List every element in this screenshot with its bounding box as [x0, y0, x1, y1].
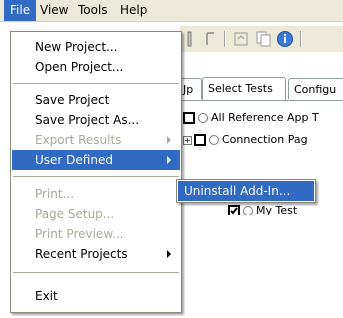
- menu-item-new-project[interactable]: New Project...: [12, 37, 180, 57]
- menu-item-export-results: Export Results: [12, 130, 180, 150]
- tab-configure[interactable]: Configu: [288, 78, 343, 99]
- grip-icon: [182, 30, 200, 48]
- menu-item-save-project-as[interactable]: Save Project As...: [12, 110, 180, 130]
- tree-item-all-reference[interactable]: All Reference App T: [183, 110, 319, 126]
- menu-item-print: Print...: [35, 187, 75, 201]
- checkbox[interactable]: [194, 134, 206, 146]
- menu-item-print-preview: Print Preview...: [35, 227, 124, 241]
- menu-tools[interactable]: Tools: [72, 0, 114, 21]
- refresh-icon[interactable]: [232, 30, 250, 48]
- radio-icon: [243, 206, 253, 215]
- tab-strip: Jp Select Tests Configu: [178, 77, 343, 101]
- radio-icon: [209, 135, 219, 145]
- tree-item-my-test[interactable]: My Test: [228, 203, 297, 215]
- submenu-arrow-icon: [167, 250, 171, 258]
- menu-item-open-project[interactable]: Open Project...: [12, 57, 180, 77]
- toolbar-separator: [300, 31, 302, 47]
- menu-view[interactable]: View: [34, 0, 74, 21]
- menu-item-uninstall-add-in[interactable]: Uninstall Add-In...: [178, 181, 314, 201]
- toolbar-separator: [224, 31, 226, 47]
- menu-item-exit[interactable]: Exit: [12, 286, 180, 306]
- file-menu: New Project... Open Project... Save Proj…: [10, 31, 182, 313]
- expand-icon[interactable]: +: [183, 135, 192, 145]
- copy-icon[interactable]: [254, 30, 272, 48]
- tree-item-connection[interactable]: + Connection Pag: [183, 132, 308, 148]
- menu-bar: File View Tools Help: [0, 0, 343, 22]
- radio-icon: [198, 113, 208, 123]
- tree-item-label: My Test: [256, 204, 298, 215]
- submenu-arrow-icon: [167, 136, 171, 144]
- menu-separator: [13, 176, 179, 177]
- submenu-arrow-icon: [167, 156, 171, 164]
- menu-item-page-setup: Page Setup...: [35, 207, 115, 221]
- menu-item-label: Export Results: [35, 133, 122, 147]
- toolbar: [180, 26, 343, 52]
- checkbox[interactable]: [183, 112, 195, 124]
- menu-help[interactable]: Help: [114, 0, 153, 21]
- menu-item-label: Recent Projects: [35, 247, 128, 261]
- menu-item-save-project[interactable]: Save Project: [12, 90, 180, 110]
- menu-separator: [13, 83, 179, 84]
- menu-item-label: User Defined: [35, 153, 113, 167]
- info-icon[interactable]: [276, 30, 294, 48]
- menu-item-recent-projects[interactable]: Recent Projects: [12, 244, 180, 264]
- user-defined-submenu: Uninstall Add-In...: [176, 179, 316, 203]
- menu-separator: [13, 272, 179, 273]
- menu-file[interactable]: File: [4, 0, 37, 21]
- toolbar-bracket-icon[interactable]: [202, 30, 220, 48]
- tree-item-label: Connection Pag: [222, 133, 308, 146]
- tab-select-tests[interactable]: Select Tests: [202, 77, 286, 100]
- tree-item-label: All Reference App T: [211, 111, 319, 124]
- checkbox-checked[interactable]: [228, 205, 240, 215]
- menu-item-user-defined[interactable]: User Defined: [12, 150, 180, 170]
